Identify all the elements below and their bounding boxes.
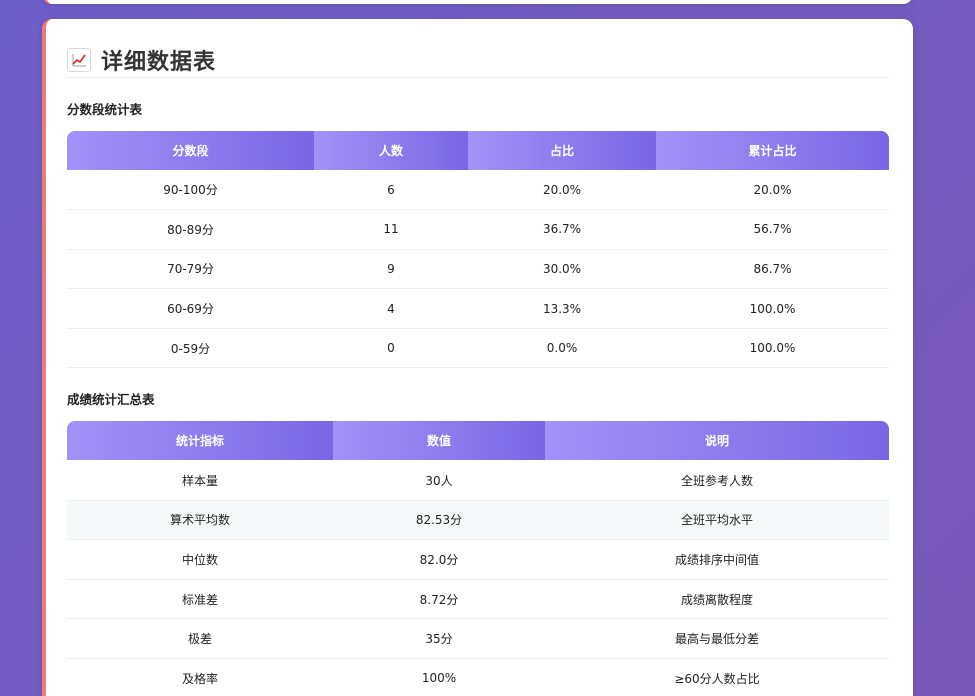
table-cell: 9 [314, 249, 468, 290]
table-cell: 4 [314, 288, 468, 329]
table-cell: 6 [314, 170, 468, 211]
table-row: 算术平均数 82.53分 全班平均水平 [67, 500, 889, 541]
table-row: 60-69分 4 13.3% 100.0% [67, 288, 889, 329]
chart-increasing-icon [67, 48, 91, 72]
table-cell: 100.0% [656, 328, 889, 369]
table-cell: 86.7% [656, 249, 889, 290]
score-distribution-table: 分数段 人数 占比 累计占比 90-100分 6 20.0% 20.0% 80-… [67, 131, 889, 369]
table-cell: 36.7% [468, 209, 656, 250]
table-cell: 60-69分 [67, 288, 314, 329]
column-header: 说明 [545, 421, 889, 461]
score-table-title: 分数段统计表 [67, 102, 143, 117]
table-row: 0-59分 0 0.0% 100.0% [67, 328, 889, 369]
column-header: 分数段 [67, 131, 314, 170]
table-cell: 0.0% [468, 328, 656, 369]
column-header: 数值 [333, 421, 545, 461]
table-cell: 100% [333, 658, 545, 696]
table-cell: 80-89分 [67, 209, 314, 250]
column-header: 统计指标 [67, 421, 333, 461]
column-header: 占比 [468, 131, 656, 170]
table-cell: 70-79分 [67, 249, 314, 290]
table-cell: 样本量 [67, 460, 333, 501]
column-header: 累计占比 [656, 131, 889, 170]
table-row: 中位数 82.0分 成绩排序中间值 [67, 539, 889, 580]
table-row: 极差 35分 最高与最低分差 [67, 618, 889, 659]
table-row: 样本量 30人 全班参考人数 [67, 460, 889, 501]
table-cell: 及格率 [67, 658, 333, 696]
table-cell: 全班平均水平 [545, 500, 889, 541]
table-cell: 算术平均数 [67, 500, 333, 541]
table-cell: 成绩离散程度 [545, 579, 889, 620]
table-cell: 56.7% [656, 209, 889, 250]
table-cell: 82.53分 [333, 500, 545, 541]
table-cell: 标准差 [67, 579, 333, 620]
table-header-row: 统计指标 数值 说明 [67, 421, 889, 461]
table-row: 70-79分 9 30.0% 86.7% [67, 249, 889, 290]
table-cell: 最高与最低分差 [545, 618, 889, 659]
table-row: 80-89分 11 36.7% 56.7% [67, 209, 889, 250]
table-cell: 0 [314, 328, 468, 369]
table-cell: 100.0% [656, 288, 889, 329]
table-cell: ≥60分人数占比 [545, 658, 889, 696]
table-cell: 30.0% [468, 249, 656, 290]
table-row: 及格率 100% ≥60分人数占比 [67, 658, 889, 696]
table-row: 标准差 8.72分 成绩离散程度 [67, 579, 889, 620]
table-cell: 0-59分 [67, 328, 314, 369]
table-cell: 11 [314, 209, 468, 250]
table-cell: 成绩排序中间值 [545, 539, 889, 580]
summary-table-title: 成绩统计汇总表 [67, 392, 155, 408]
table-cell: 8.72分 [333, 579, 545, 620]
table-cell: 35分 [333, 618, 545, 659]
table-header-row: 分数段 人数 占比 累计占比 [67, 131, 889, 170]
previous-card-bottom [42, 0, 913, 4]
table-cell: 20.0% [468, 170, 656, 211]
section-title: 详细数据表 [101, 50, 217, 75]
table-cell: 13.3% [468, 288, 656, 329]
section-header: 详细数据表 [67, 19, 889, 78]
table-cell: 极差 [67, 618, 333, 659]
table-cell: 30人 [333, 460, 545, 501]
detail-data-card: 详细数据表 分数段统计表 分数段 人数 占比 累计占比 90-100分 6 20… [42, 19, 913, 696]
table-cell: 全班参考人数 [545, 460, 889, 501]
column-header: 人数 [314, 131, 468, 170]
table-cell: 20.0% [656, 170, 889, 211]
table-row: 90-100分 6 20.0% 20.0% [67, 170, 889, 211]
table-cell: 90-100分 [67, 170, 314, 211]
table-cell: 中位数 [67, 539, 333, 580]
table-cell: 82.0分 [333, 539, 545, 580]
score-summary-table: 统计指标 数值 说明 样本量 30人 全班参考人数 算术平均数 82.53分 全… [67, 421, 889, 696]
